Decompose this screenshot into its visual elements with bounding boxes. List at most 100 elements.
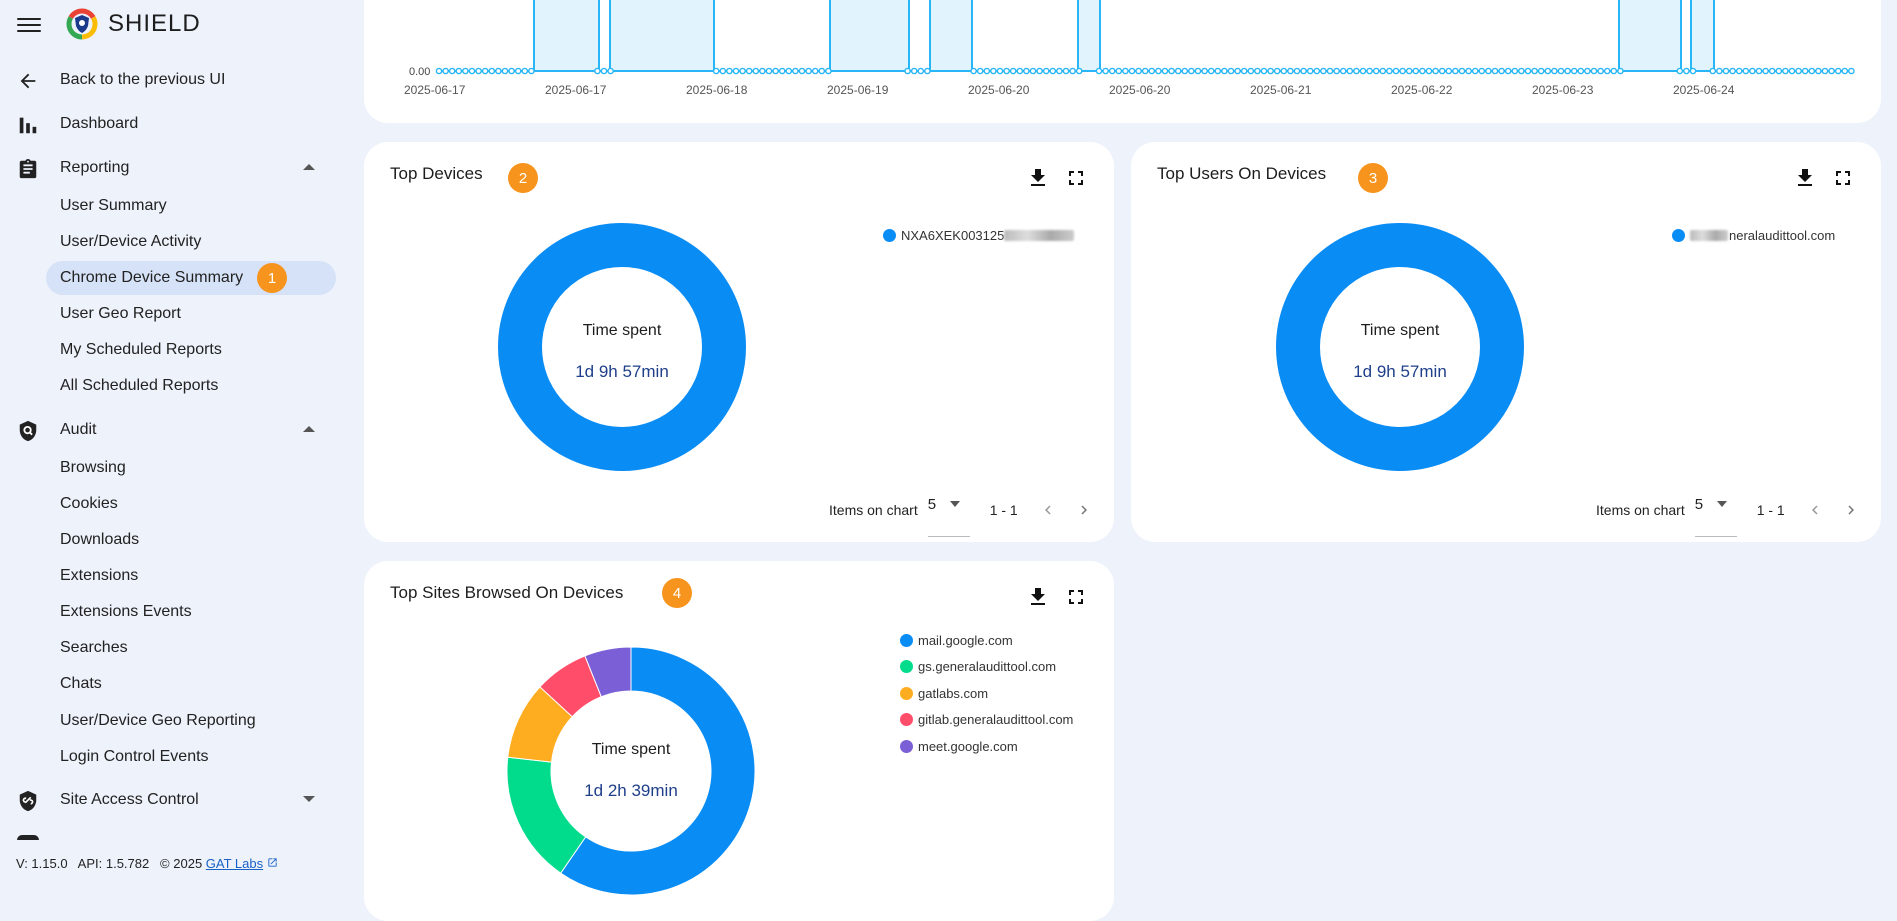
next-page-button[interactable]	[1837, 496, 1865, 524]
back-to-previous-ui[interactable]: Back to the previous UI	[0, 62, 340, 98]
x-tick-label: 2025-06-23	[1532, 83, 1594, 97]
sidebar-item-my-scheduled-reports[interactable]: My Scheduled Reports	[46, 333, 336, 367]
data-point	[1808, 67, 1816, 75]
data-point	[825, 67, 832, 75]
select-value: 5	[927, 495, 937, 513]
data-point	[1194, 67, 1202, 75]
chart-legend: NXA6XEK003125	[883, 222, 1075, 249]
sidebar-item-site-access-control[interactable]: Site Access Control	[0, 782, 340, 818]
download-icon[interactable]	[1026, 585, 1050, 609]
items-on-chart-select[interactable]: 5	[927, 496, 970, 537]
data-point	[765, 67, 773, 75]
data-point	[1729, 67, 1736, 75]
sidebar-item-audit[interactable]: Audit	[0, 412, 340, 448]
fullscreen-icon[interactable]	[1064, 585, 1088, 609]
item-label: Login Control Events	[60, 748, 209, 765]
sidebar-item-extensions[interactable]: Extensions	[46, 559, 336, 593]
items-on-chart-select[interactable]: 5	[1694, 496, 1737, 537]
data-point	[1320, 67, 1327, 75]
data-point	[1386, 67, 1393, 75]
legend-item[interactable]: gs.generalaudittool.com	[900, 654, 1073, 681]
sidebar-item-searches[interactable]: Searches	[46, 631, 336, 665]
sidebar-item-login-control-events[interactable]: Login Control Events	[46, 740, 336, 774]
back-label: Back to the previous UI	[60, 71, 226, 88]
expand-icon	[303, 796, 315, 802]
sidebar-item-user-geo-report[interactable]: User Geo Report	[46, 297, 336, 331]
item-label: Cookies	[60, 495, 118, 512]
area-fill	[930, 0, 972, 71]
data-point	[1742, 67, 1750, 75]
data-point	[739, 67, 746, 75]
gat-labs-link[interactable]: GAT Labs	[206, 856, 263, 871]
data-point	[1372, 67, 1380, 75]
data-point	[990, 67, 997, 75]
legend-item[interactable]: gitlab.generalaudittool.com	[900, 707, 1073, 734]
data-point	[1141, 67, 1149, 75]
download-icon[interactable]	[1026, 166, 1050, 190]
sidebar-item-cookies[interactable]: Cookies	[46, 487, 336, 521]
data-point	[1095, 67, 1103, 75]
sidebar-item-dashboard[interactable]: Dashboard	[0, 106, 340, 142]
sidebar-item-user-device-activity[interactable]: User/Device Activity	[46, 225, 336, 259]
data-point	[1260, 67, 1268, 75]
data-point	[1491, 67, 1499, 75]
data-point	[1498, 67, 1505, 75]
data-point	[1577, 67, 1585, 75]
data-point	[1485, 67, 1492, 75]
sidebar-item-browsing[interactable]: Browsing	[46, 451, 336, 485]
sidebar-item-downloads[interactable]: Downloads	[46, 523, 336, 557]
legend-item[interactable]: neralaudittool.com	[1672, 222, 1835, 249]
data-point	[1590, 67, 1598, 75]
collapse-icon	[303, 426, 315, 432]
prev-page-button[interactable]	[1034, 496, 1062, 524]
data-point	[1379, 67, 1387, 75]
legend-item[interactable]: NXA6XEK003125	[883, 222, 1075, 249]
data-point	[1003, 67, 1010, 75]
data-point	[1049, 67, 1057, 75]
data-point	[1174, 67, 1182, 75]
data-point	[1254, 67, 1261, 75]
data-point	[1801, 67, 1809, 75]
data-point	[1841, 67, 1849, 75]
sidebar-item-user-summary[interactable]: User Summary	[46, 189, 336, 223]
next-page-button[interactable]	[1070, 496, 1098, 524]
data-point	[1280, 67, 1288, 75]
legend-item[interactable]: gatlabs.com	[900, 680, 1073, 707]
data-point	[778, 67, 786, 75]
fullscreen-icon[interactable]	[1831, 166, 1855, 190]
data-point	[1366, 67, 1373, 75]
item-label: My Scheduled Reports	[60, 341, 222, 358]
data-point	[1023, 67, 1030, 75]
area-fill	[830, 0, 909, 71]
step-badge: 3	[1358, 163, 1388, 193]
data-point	[1346, 67, 1354, 75]
center-title: Time spent	[1360, 322, 1440, 339]
data-point	[910, 67, 918, 75]
sidebar-item-all-scheduled-reports[interactable]: All Scheduled Reports	[46, 369, 336, 403]
fullscreen-icon[interactable]	[1064, 166, 1088, 190]
sidebar-item-chrome-device-summary[interactable]: Chrome Device Summary 1	[46, 261, 336, 295]
sidebar-item-user-device-geo-reporting[interactable]: User/Device Geo Reporting	[46, 704, 336, 738]
data-point	[508, 67, 515, 75]
download-icon[interactable]	[1793, 166, 1817, 190]
sidebar-item-extensions-events[interactable]: Extensions Events	[46, 595, 336, 629]
data-point	[1359, 67, 1367, 75]
legend-item[interactable]: meet.google.com	[900, 733, 1073, 760]
data-point	[1834, 67, 1842, 75]
legend-swatch	[1672, 228, 1685, 242]
data-point	[1181, 67, 1189, 75]
data-point	[818, 67, 826, 75]
data-point	[1795, 67, 1802, 75]
prev-page-button[interactable]	[1801, 496, 1829, 524]
legend-item[interactable]: mail.google.com	[900, 627, 1073, 654]
sidebar-item-chats[interactable]: Chats	[46, 667, 336, 701]
data-point	[1584, 67, 1591, 75]
data-point	[607, 67, 614, 75]
data-point	[1161, 67, 1169, 75]
data-point	[1617, 67, 1624, 75]
data-point	[785, 67, 793, 75]
x-tick-label: 2025-06-21	[1250, 83, 1312, 97]
sidebar-item-reporting[interactable]: Reporting	[0, 150, 340, 186]
data-point	[732, 67, 740, 75]
menu-icon[interactable]	[17, 14, 41, 34]
